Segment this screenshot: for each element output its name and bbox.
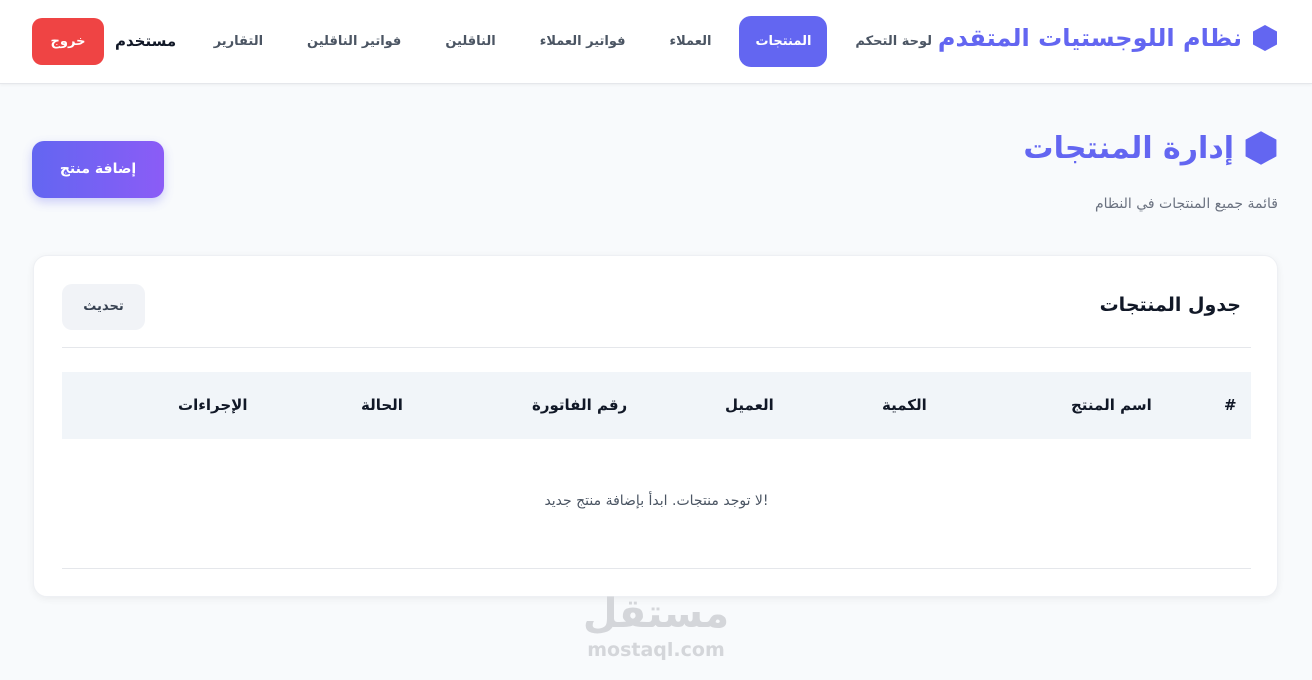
table-header: # اسم المنتج الكمية العميل رقم الفاتورة … — [62, 372, 1251, 439]
empty-state-message: لا توجد منتجات. ابدأ بإضافة منتج جديد! — [544, 493, 769, 509]
column-header-quantity[interactable]: الكمية — [882, 372, 927, 439]
column-header-actions[interactable]: الإجراءات — [178, 372, 247, 439]
nav-item-carrier-invoices[interactable]: فواتير الناقلين — [291, 16, 417, 67]
card-title: جدول المنتجات — [1099, 294, 1241, 316]
hexagon-icon — [1245, 131, 1277, 165]
column-header-customer[interactable]: العميل — [725, 372, 774, 439]
column-header-product-name[interactable]: اسم المنتج — [1071, 372, 1152, 439]
column-header-invoice-number[interactable]: رقم الفاتورة — [532, 372, 627, 439]
refresh-button[interactable]: تحديث — [62, 284, 145, 330]
brand[interactable]: نظام اللوجستيات المتقدم — [938, 24, 1278, 52]
page-title-wrap: إدارة المنتجات — [1023, 130, 1278, 166]
hexagon-icon — [1253, 25, 1277, 51]
logout-button[interactable]: خروج — [32, 18, 104, 65]
watermark-logo: مستقل mostaql.com — [556, 590, 756, 662]
nav-item-customer-invoices[interactable]: فواتير العملاء — [524, 16, 642, 67]
brand-title: نظام اللوجستيات المتقدم — [937, 24, 1242, 52]
watermark-arabic: مستقل — [582, 591, 730, 637]
page-subtitle: قائمة جميع المنتجات في النظام — [1094, 196, 1278, 212]
column-header-status[interactable]: الحالة — [361, 372, 403, 439]
nav-item-products[interactable]: المنتجات — [739, 16, 828, 67]
nav-item-customers[interactable]: العملاء — [654, 16, 728, 67]
column-header-index[interactable]: # — [1224, 372, 1237, 439]
nav-item-reports[interactable]: التقارير — [198, 16, 279, 67]
user-name: مستخدم — [115, 32, 177, 50]
add-product-button[interactable]: إضافة منتج — [32, 141, 164, 198]
divider — [62, 347, 1251, 348]
top-navbar: نظام اللوجستيات المتقدم لوحة التحكم المن… — [0, 0, 1312, 84]
main-nav: لوحة التحكم المنتجات العملاء فواتير العم… — [186, 16, 948, 67]
divider — [62, 568, 1251, 569]
page-title: إدارة المنتجات — [1023, 130, 1234, 166]
products-table-card: جدول المنتجات تحديث # اسم المنتج الكمية … — [33, 255, 1278, 597]
nav-item-dashboard[interactable]: لوحة التحكم — [839, 16, 948, 67]
nav-item-carriers[interactable]: الناقلين — [429, 16, 511, 67]
watermark-latin: mostaql.com — [587, 639, 725, 661]
